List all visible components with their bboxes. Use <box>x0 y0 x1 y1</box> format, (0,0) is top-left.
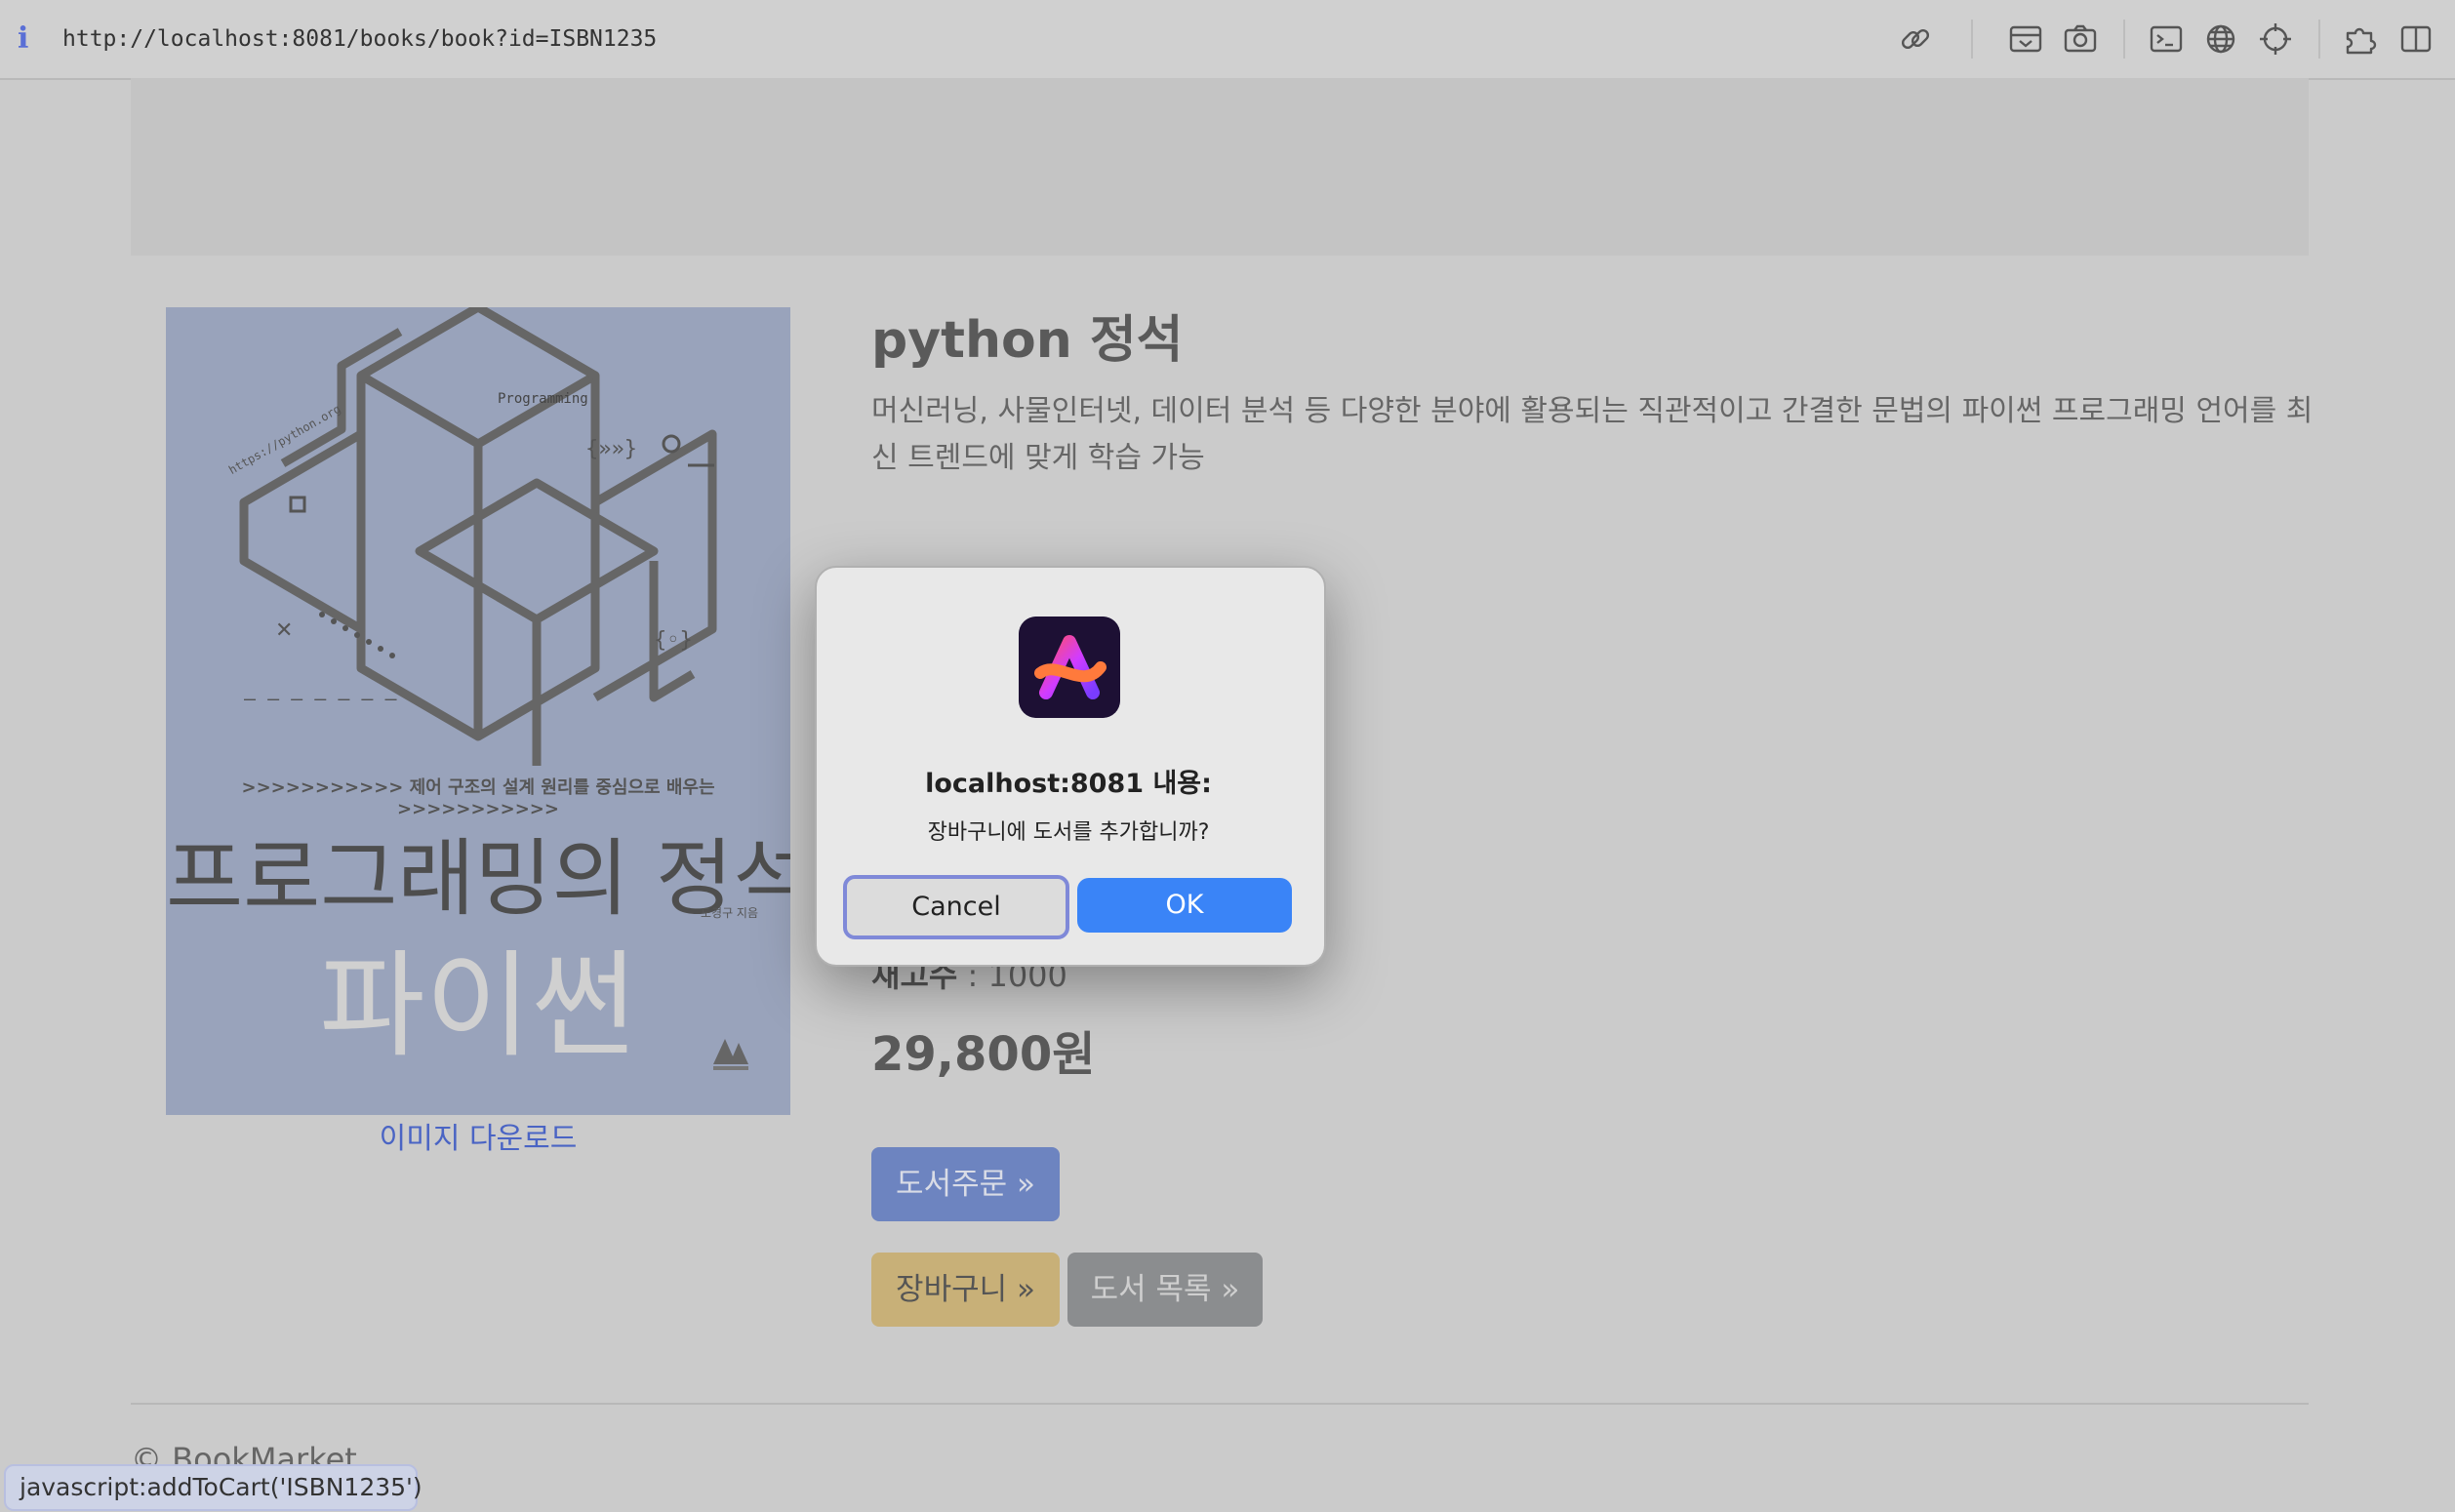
svg-text:✕: ✕ <box>275 618 293 643</box>
add-to-cart-button[interactable]: 장바구니 » <box>871 1253 1060 1327</box>
toolbar-separator <box>1971 20 1973 59</box>
order-book-button[interactable]: 도서주문 » <box>871 1147 1060 1221</box>
dialog-title: localhost:8081 내용: <box>925 769 1212 799</box>
arc-browser-app-icon <box>1019 617 1120 718</box>
extensions-icon[interactable] <box>2342 20 2381 59</box>
book-title: python 정석 <box>871 311 1184 370</box>
dialog-message: 장바구니에 도서를 추가합니까? <box>927 820 1210 845</box>
publisher-logo-icon <box>713 1039 748 1070</box>
cover-banner-text: >>>>>>>>>>> 제어 구조의 설계 원리를 중심으로 배우는 >>>>>… <box>241 777 715 819</box>
cancel-button[interactable]: Cancel <box>843 875 1069 939</box>
crosshair-icon[interactable] <box>2256 20 2295 59</box>
book-list-button[interactable]: 도서 목록 » <box>1067 1253 1263 1327</box>
ok-button[interactable]: OK <box>1077 878 1292 933</box>
svg-text:— — — — — — —: — — — — — — — <box>244 687 397 710</box>
toolbar-separator <box>2123 20 2125 59</box>
cover-programming-label: Programming <box>498 391 588 407</box>
screenshot-box-icon[interactable] <box>2006 20 2045 59</box>
site-info-icon[interactable]: i <box>18 21 37 57</box>
sidebar-icon[interactable] <box>2396 20 2435 59</box>
svg-text:{◦}: {◦} <box>654 628 693 653</box>
book-price: 29,800원 <box>871 1027 1096 1082</box>
address-bar-url[interactable]: http://localhost:8081/books/book?id=ISBN… <box>62 21 657 57</box>
book-description: 머신러닝, 사물인터넷, 데이터 분석 등 다양한 분야에 활용되는 직관적이고… <box>871 394 2314 475</box>
link-status-text: javascript:addToCart('ISBN1235') <box>20 1473 423 1501</box>
cover-author: 도경구 지음 <box>701 906 759 920</box>
terminal-icon[interactable] <box>2147 20 2186 59</box>
globe-icon[interactable] <box>2201 20 2240 59</box>
link-icon[interactable] <box>1896 20 1935 59</box>
footer-divider <box>131 1403 2309 1405</box>
camera-icon[interactable] <box>2061 20 2100 59</box>
image-download-link[interactable]: 이미지 다운로드 <box>166 1118 790 1161</box>
toolbar-separator <box>2318 20 2320 59</box>
svg-text:{»»}: {»»} <box>585 437 637 461</box>
book-cover-image: ✕ {»»} {◦} — — — — — — — Programming htt… <box>166 307 790 1115</box>
cover-title-line2: 파이썬 <box>319 938 637 1073</box>
cover-title-line1: 프로그래밍의 정석 <box>166 830 790 928</box>
cover-illustration: ✕ {»»} {◦} — — — — — — — <box>239 307 717 766</box>
jumbotron-banner <box>131 78 2309 256</box>
